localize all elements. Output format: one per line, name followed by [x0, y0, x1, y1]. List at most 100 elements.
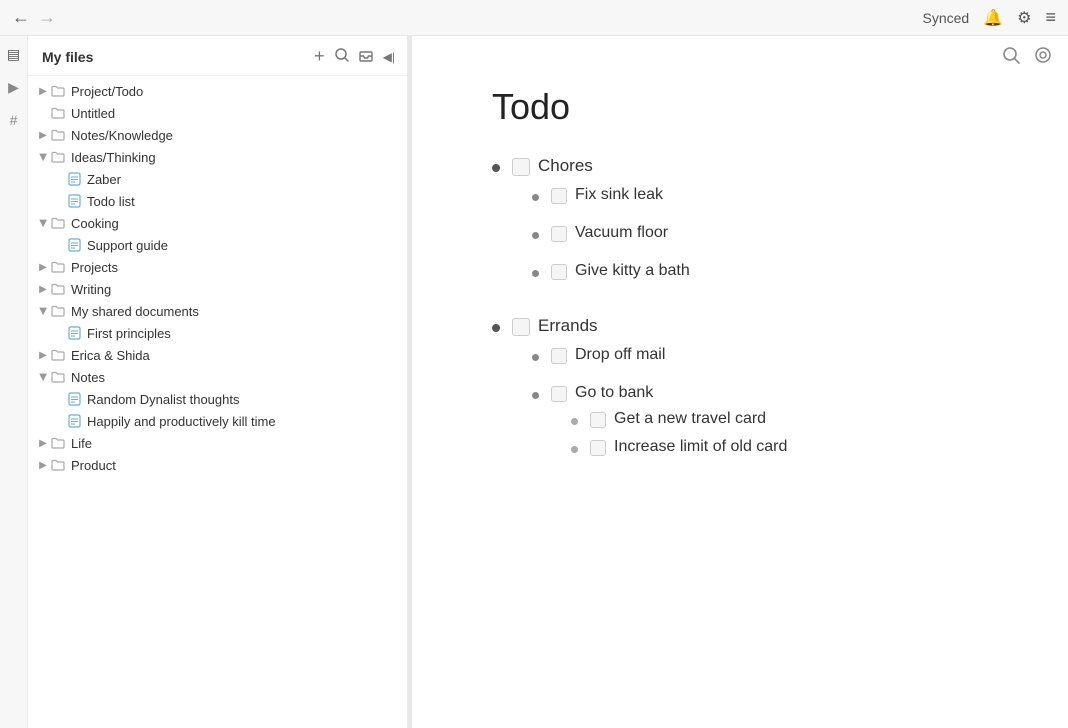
- sidebar-item-my-shared-documents[interactable]: My shared documents: [28, 300, 407, 322]
- folder-icon: [50, 457, 66, 473]
- file-icon: [66, 325, 82, 341]
- sub-item-label: Give kitty a bath: [575, 262, 690, 280]
- sidebar-item-label: Project/Todo: [71, 84, 399, 99]
- folder-icon: [50, 105, 66, 121]
- checkbox[interactable]: [551, 386, 567, 402]
- sidebar-item-todo-list[interactable]: Todo list: [28, 190, 407, 212]
- sidebar-header: My files + ◀|: [28, 36, 407, 76]
- main-layout: ▤ ▶ # My files +: [0, 36, 1068, 728]
- sidebar-item-support-guide[interactable]: Support guide: [28, 234, 407, 256]
- sidebar-item-notes-knowledge[interactable]: Notes/Knowledge: [28, 124, 407, 146]
- sidebar-item-label: Notes: [71, 370, 399, 385]
- add-file-button[interactable]: +: [314, 46, 325, 67]
- checkbox[interactable]: [590, 440, 606, 456]
- sidebar-item-random-dynalist[interactable]: Random Dynalist thoughts: [28, 388, 407, 410]
- content-body: Todo ChoresFix sink leakVacuum floorGive…: [412, 36, 1068, 554]
- sidebar-item-zaber[interactable]: Zaber: [28, 168, 407, 190]
- sub-item-label: Fix sink leak: [575, 186, 663, 204]
- bullet-dot: [492, 164, 500, 172]
- sub-bullet-dot: [532, 354, 539, 361]
- sidebar-item-untitled[interactable]: Untitled: [28, 102, 407, 124]
- icon-rail: ▤ ▶ #: [0, 36, 28, 728]
- todo-sub-item: Vacuum floor: [532, 224, 1008, 250]
- menu-button[interactable]: ≡: [1045, 7, 1056, 28]
- item-label: Errands: [538, 316, 598, 336]
- sub-bullet-dot: [532, 232, 539, 239]
- todo-sub-sub-item: Get a new travel card: [571, 410, 1008, 428]
- inbox-button[interactable]: [359, 48, 373, 65]
- sub-sub-item-label: Increase limit of old card: [614, 438, 787, 456]
- sidebar-item-label: Cooking: [71, 216, 399, 231]
- sub-bullet-dot: [532, 194, 539, 201]
- folder-icon: [50, 127, 66, 143]
- topbar-actions: Synced 🔔 ⚙ ≡: [923, 7, 1056, 28]
- bullet-dot: [492, 324, 500, 332]
- checkbox[interactable]: [551, 188, 567, 204]
- sub-sub-item-label: Get a new travel card: [614, 410, 766, 428]
- focus-mode-button[interactable]: [1034, 46, 1052, 69]
- sidebar-item-ideas-thinking[interactable]: Ideas/Thinking: [28, 146, 407, 168]
- sidebar-item-label: Support guide: [87, 238, 399, 253]
- sidebar-item-label: First principles: [87, 326, 399, 341]
- sidebar-item-product[interactable]: Product: [28, 454, 407, 476]
- sidebar-item-label: Happily and productively kill time: [87, 414, 399, 429]
- sidebar-item-projects[interactable]: Projects: [28, 256, 407, 278]
- sidebar-item-notes[interactable]: Notes: [28, 366, 407, 388]
- sidebar-item-label: Zaber: [87, 172, 399, 187]
- sidebar-item-writing[interactable]: Writing: [28, 278, 407, 300]
- content-area: Todo ChoresFix sink leakVacuum floorGive…: [412, 36, 1068, 728]
- topbar: ← → Synced 🔔 ⚙ ≡: [0, 0, 1068, 36]
- sub-item-label: Go to bank: [575, 384, 653, 402]
- content-search-button[interactable]: [1002, 46, 1020, 69]
- sidebar-action-buttons: + ◀|: [314, 46, 395, 67]
- forward-button[interactable]: →: [38, 7, 56, 28]
- file-icon: [66, 413, 82, 429]
- sidebar-item-label: Projects: [71, 260, 399, 275]
- sidebar-item-life[interactable]: Life: [28, 432, 407, 454]
- checkbox[interactable]: [512, 158, 530, 176]
- bell-icon: 🔔: [983, 8, 1003, 28]
- todo-sub-sub-item: Increase limit of old card: [571, 438, 1008, 456]
- todo-sub-item: Fix sink leak: [532, 186, 1008, 212]
- sidebar-item-label: Random Dynalist thoughts: [87, 392, 399, 407]
- settings-button[interactable]: ⚙: [1017, 8, 1031, 28]
- checkbox[interactable]: [512, 318, 530, 336]
- search-sidebar-button[interactable]: [335, 48, 349, 65]
- sidebar-item-label: Ideas/Thinking: [71, 150, 399, 165]
- checkbox[interactable]: [551, 348, 567, 364]
- checkbox[interactable]: [551, 264, 567, 280]
- sub-item-label: Drop off mail: [575, 346, 665, 364]
- sidebar-item-label: Untitled: [71, 106, 399, 121]
- file-icon: [66, 193, 82, 209]
- rail-hash-icon[interactable]: #: [10, 112, 18, 128]
- sidebar-tree: Project/Todo Untitled Notes/Knowledge Ideas…: [28, 76, 407, 728]
- sidebar-item-project-todo[interactable]: Project/Todo: [28, 80, 407, 102]
- todo-list: ChoresFix sink leakVacuum floorGive kitt…: [492, 156, 1008, 478]
- sync-status: Synced: [923, 10, 970, 26]
- sidebar-item-happily[interactable]: Happily and productively kill time: [28, 410, 407, 432]
- back-button[interactable]: ←: [12, 7, 30, 28]
- gear-icon: ⚙: [1017, 8, 1031, 28]
- checkbox[interactable]: [590, 412, 606, 428]
- sidebar-item-first-principles[interactable]: First principles: [28, 322, 407, 344]
- sidebar-item-label: Writing: [71, 282, 399, 297]
- sidebar-item-label: Erica & Shida: [71, 348, 399, 363]
- folder-icon: [50, 259, 66, 275]
- notifications-button[interactable]: 🔔: [983, 8, 1003, 28]
- todo-item: Errands Drop off mail Go to bank Get a new …: [492, 316, 1008, 478]
- hamburger-icon: ≡: [1045, 7, 1056, 28]
- sidebar-item-erica-shida[interactable]: Erica & Shida: [28, 344, 407, 366]
- checkbox[interactable]: [551, 226, 567, 242]
- sidebar-item-label: Todo list: [87, 194, 399, 209]
- rail-bookmark-icon[interactable]: ▶: [8, 79, 19, 96]
- sidebar-item-label: My shared documents: [71, 304, 399, 319]
- sub-sub-bullet-dot: [571, 418, 578, 425]
- todo-item: ChoresFix sink leakVacuum floorGive kitt…: [492, 156, 1008, 300]
- content-toolbar: [1002, 46, 1052, 69]
- collapse-sidebar-button[interactable]: ◀|: [383, 50, 395, 64]
- folder-icon: [50, 215, 66, 231]
- rail-documents-icon[interactable]: ▤: [7, 46, 20, 63]
- sidebar-title: My files: [42, 49, 93, 65]
- sidebar-item-cooking[interactable]: Cooking: [28, 212, 407, 234]
- sidebar-item-label: Product: [71, 458, 399, 473]
